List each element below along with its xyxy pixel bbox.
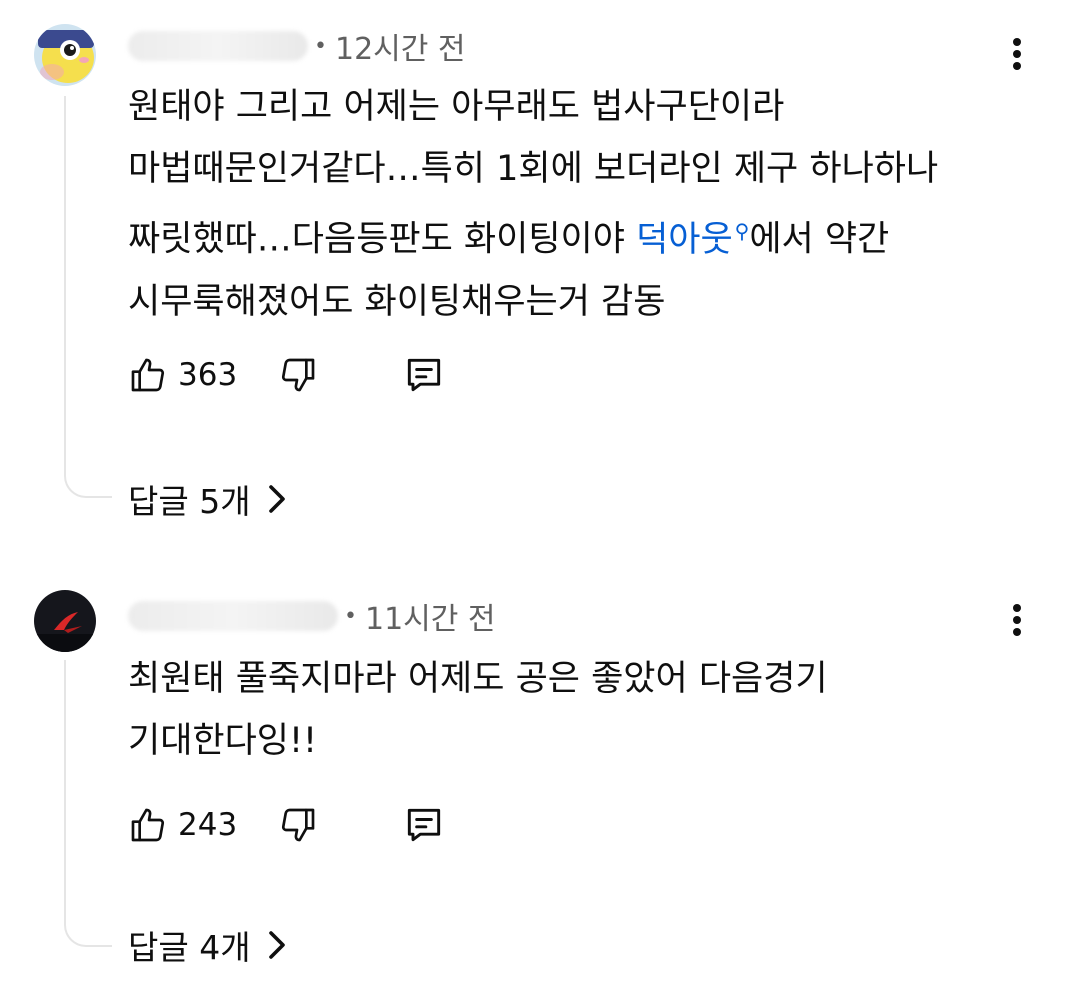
replies-label[interactable]: 답글 5개 (128, 475, 251, 523)
comment-line: 짜릿했따…다음등판도 화이팅이야 덕아웃 ⚲에서 약간 (128, 200, 1028, 271)
comment-line: 최원태 풀죽지마라 어제도 공은 좋았어 다음경기 (128, 659, 828, 699)
avatar[interactable] (34, 590, 96, 652)
comment-text-segment: 에서 약간 (749, 219, 890, 260)
comment-text: 최원태 풀죽지마라 어제도 공은 좋았어 다음경기 기대한다잉!! (128, 648, 1028, 772)
comment-line: 원태야 그리고 어제는 아무래도 법사구단이라 (128, 87, 785, 127)
view-replies-button[interactable]: 답글 5개 (128, 474, 289, 524)
comment-time: 12시간 전 (334, 32, 466, 67)
chevron-right-icon[interactable] (265, 931, 289, 959)
separator-dot: • (344, 603, 357, 629)
comment-meta: • 11시간 전 (128, 596, 496, 637)
comment-time: 11시간 전 (364, 602, 496, 637)
like-count: 243 (178, 807, 238, 843)
comment-actions: 363 (126, 350, 446, 400)
avatar[interactable] (34, 24, 96, 86)
chevron-right-icon[interactable] (265, 485, 289, 513)
more-vert-icon[interactable] (1002, 600, 1032, 640)
redacted-username[interactable] (128, 601, 338, 631)
comment-thread-2: • 11시간 전 최원태 풀죽지마라 어제도 공은 좋았어 다음경기 기대한다잉… (0, 560, 1080, 991)
thumbs-up-icon[interactable] (126, 353, 170, 397)
thumbs-down-icon[interactable] (276, 353, 320, 397)
comment-thread-1: • 12시간 전 원태야 그리고 어제는 아무래도 법사구단이라 마법때문인거같… (0, 0, 1080, 560)
thread-connector (64, 660, 112, 947)
comment-actions: 243 (126, 800, 446, 850)
comment-line: 기대한다잉!! (128, 721, 318, 761)
search-icon: ⚲ (734, 219, 750, 243)
comment-line: 마법때문인거같다…특히 1회에 보더라인 제구 하나하나 (128, 149, 939, 189)
more-vert-icon[interactable] (1002, 34, 1032, 74)
comment-text-segment: 짜릿했따…다음등판도 화이팅이야 (128, 219, 637, 260)
thumbs-up-icon[interactable] (126, 803, 170, 847)
hashtag-label[interactable]: 덕아웃 (636, 220, 733, 260)
comment-icon[interactable] (402, 803, 446, 847)
comment-line: 시무룩해졌어도 화이팅채우는거 감동 (128, 281, 666, 322)
like-count: 363 (178, 357, 238, 393)
comment-icon[interactable] (402, 353, 446, 397)
redacted-username[interactable] (128, 31, 308, 61)
separator-dot: • (314, 33, 327, 59)
comment-meta: • 12시간 전 (128, 26, 466, 67)
view-replies-button[interactable]: 답글 4개 (128, 920, 289, 970)
comment-text: 원태야 그리고 어제는 아무래도 법사구단이라 마법때문인거같다…특히 1회에 … (128, 76, 1028, 333)
replies-label[interactable]: 답글 4개 (128, 921, 251, 969)
hashtag-link[interactable]: 덕아웃 ⚲ (636, 219, 750, 260)
thread-connector (64, 96, 112, 498)
thumbs-down-icon[interactable] (276, 803, 320, 847)
